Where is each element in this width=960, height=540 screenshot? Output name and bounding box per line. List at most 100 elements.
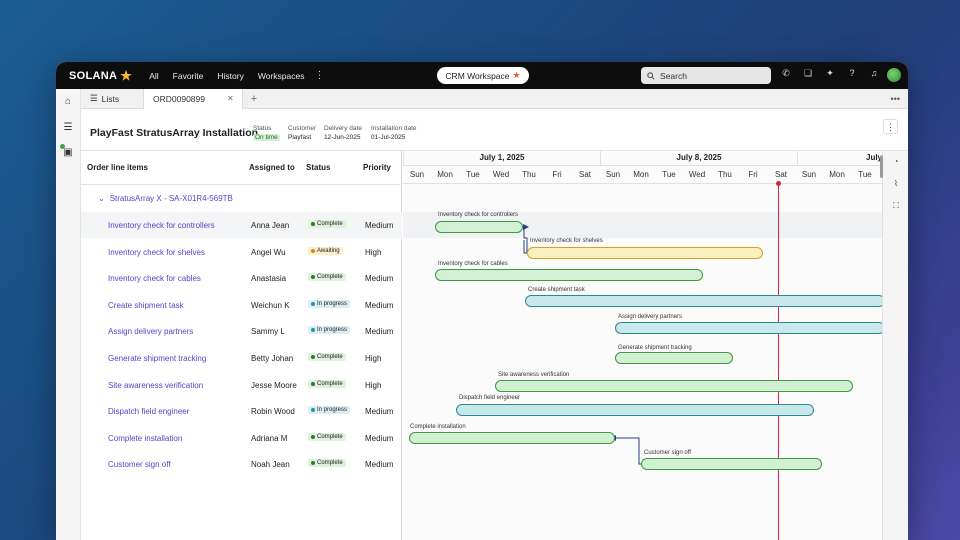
table-row[interactable]: Assign delivery partners Sammy L In progre… [81,318,402,344]
nav-favorite[interactable]: Favorite [173,71,204,81]
gantt-bar[interactable] [409,432,615,444]
status-text: Awaiting [317,247,340,254]
column-header-items[interactable]: Order line items [87,151,148,185]
item-link[interactable]: Create shipment task [108,301,184,310]
table-row[interactable]: Generate shipment tracking Betty Johan Com… [81,345,402,371]
delivery-date-label: Delivery date [324,125,362,132]
table-row[interactable]: Inventory check for cables Anastasia Compl… [81,265,402,291]
gantt-bar-label: Complete installation [410,424,466,430]
priority: Medium [365,300,394,310]
chat-bubble-icon[interactable]: ◔ [890,156,902,168]
inbox-icon[interactable]: ▣ [61,146,75,160]
left-rail: ⌂ ☰ ▣ [56,89,81,540]
chat-icon[interactable]: ❏ [802,68,814,79]
column-header-status[interactable]: Status [306,151,330,185]
status-text: In progress [317,327,348,334]
gantt-bar[interactable] [435,269,703,281]
status-badge: Awaiting [308,246,343,255]
gantt-bar[interactable] [495,380,853,392]
customer-field-label: Customer [288,125,317,132]
status-badge: Complete [308,353,346,361]
status-dot [311,275,315,280]
priority: Medium [365,221,394,230]
nav-all[interactable]: All [149,71,158,81]
nav-history[interactable]: History [217,71,243,81]
column-header-assigned[interactable]: Assigned to [249,151,295,185]
gantt-scrollbar[interactable] [880,156,883,178]
paperclip-icon[interactable]: ⌇ [890,178,902,190]
gantt-bar-label: Generate shipment tracking [618,345,692,351]
help-icon[interactable]: ? [846,68,858,79]
item-link[interactable]: Assign delivery partners [108,327,193,336]
sparkle-icon[interactable]: ✦ [824,68,836,79]
favorite-star-icon: ★ [512,70,521,80]
table-row[interactable]: Complete installation Adriana M Complete Me… [81,425,402,451]
brand-logo[interactable]: SOLANA ★ [69,68,132,84]
search-input[interactable]: Search [641,67,771,84]
item-link[interactable]: Customer sign off [108,460,171,469]
scan-icon[interactable]: ⛶ [890,200,902,212]
close-icon[interactable]: ✕ [227,94,234,103]
add-tab-icon[interactable]: + [251,93,257,105]
status-dot [311,328,315,333]
search-placeholder: Search [660,70,687,81]
item-link[interactable]: Inventory check for cables [108,274,201,283]
table-row[interactable]: Site awareness verification Jesse Moore Co… [81,372,402,398]
gantt-bar[interactable] [641,458,822,470]
user-avatar[interactable] [887,68,901,82]
item-link[interactable]: Inventory check for shelves [108,248,205,257]
item-link[interactable]: Generate shipment tracking [108,354,206,363]
item-link[interactable]: Site awareness verification [108,381,203,390]
group-row[interactable]: ⌄ StratusArray X - SA-X01R4-569TB [81,185,402,212]
gantt-chart: July 1, 2025 July 8, 2025 July 1 SunMonT… [403,151,882,540]
more-horizontal-icon[interactable]: ••• [891,94,900,104]
priority: Medium [365,433,394,443]
status-text: In progress [317,407,348,414]
gantt-bar[interactable] [615,352,733,364]
status-dot [311,381,315,386]
table-row[interactable]: Customer sign off Noah Jean Complete Medium [81,451,402,477]
more-vertical-icon[interactable]: ⋮ [314,70,324,81]
priority: High [365,247,382,257]
item-link[interactable]: Complete installation [108,434,182,443]
notification-bell-icon[interactable]: ♫ [868,68,880,79]
gantt-bar[interactable] [456,404,814,416]
table-row[interactable]: Create shipment task Weichun K In progress… [81,292,402,318]
list-icon[interactable]: ☰ [61,121,75,135]
gantt-bar[interactable] [615,322,882,334]
assignee: Robin Wood [251,407,295,417]
status-dot [311,301,315,306]
top-nav-menu: All Favorite History Workspaces [149,71,304,81]
tab-order[interactable]: ORD0090899 ✕ [143,88,243,109]
installation-date-field: Installation date 01-Jul-2025 [371,125,417,141]
item-link[interactable]: Dispatch field engineer [108,407,189,416]
customer-field: Customer Playfast [288,125,316,141]
today-marker-line [778,182,779,540]
nav-workspaces[interactable]: Workspaces [258,71,305,81]
status-text: Complete [317,460,343,467]
gantt-bar[interactable] [435,221,523,233]
home-icon[interactable]: ⌂ [61,95,75,109]
dependency-link [616,437,641,465]
installation-date-label: Installation date [371,125,417,132]
table-row[interactable]: Dispatch field engineer Robin Wood In prog… [81,398,402,424]
header-more-button[interactable]: ⋮ [883,119,898,134]
tab-lists[interactable]: ☰ Lists [81,93,143,104]
gantt-bar[interactable] [525,295,882,307]
phone-icon[interactable]: ✆ [780,68,792,79]
table-row[interactable]: Inventory check for shelves Angel Wu Await… [81,239,402,265]
workspace-switcher[interactable]: CRM Workspace ★ [437,67,529,84]
right-rail: ◔ ⌇ ⛶ [882,151,908,540]
chevron-down-icon[interactable]: ⌄ [98,194,105,203]
table-row[interactable]: Inventory check for controllers Anna Jean… [81,212,402,238]
column-header-priority[interactable]: Priority [363,151,391,185]
item-link[interactable]: Inventory check for controllers [108,221,215,230]
tab-strip: ☰ Lists ORD0090899 ✕ + ••• [81,88,908,109]
assignee: Noah Jean [251,460,290,470]
gantt-bar[interactable] [527,247,763,259]
today-marker-dot [776,181,781,186]
priority: Medium [365,274,394,284]
assignee: Anna Jean [251,221,290,230]
status-badge: On time [253,134,280,141]
assignee: Betty Johan [251,354,294,363]
